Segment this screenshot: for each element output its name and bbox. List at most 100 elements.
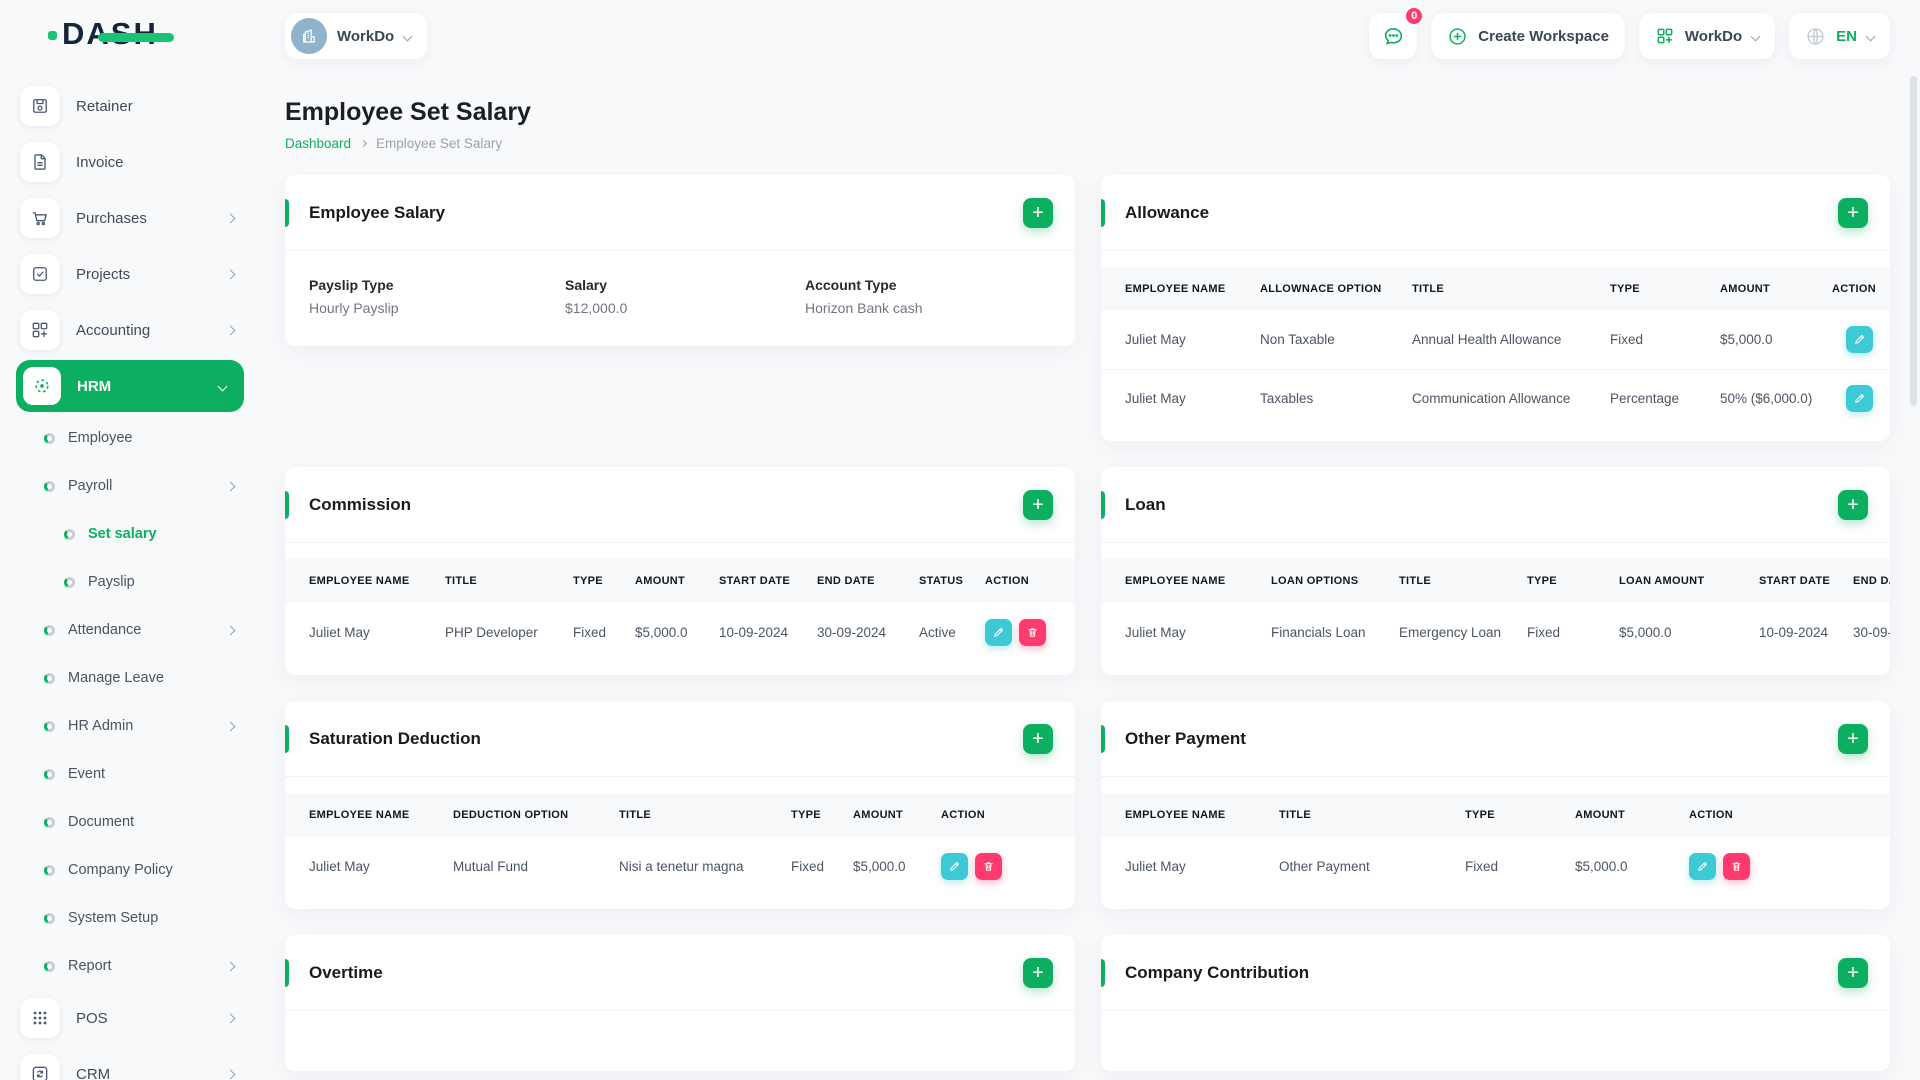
sidebar-item-label: System Setup — [68, 910, 159, 926]
overtime-card: Overtime + — [285, 935, 1075, 1071]
sidebar-item-set-salary[interactable]: Set salary — [16, 510, 260, 558]
create-workspace-button[interactable]: Create Workspace — [1431, 13, 1625, 59]
column-header: TITLE — [609, 793, 781, 837]
app-switcher-dropdown[interactable]: WorkDo — [1638, 13, 1776, 59]
table-cell: 30-09-2024 — [1853, 624, 1890, 640]
card-title: Overtime — [309, 962, 383, 982]
table-cell: 10-09-2024 — [719, 624, 789, 640]
table-cell: Taxables — [1250, 368, 1402, 427]
card-title: Saturation Deduction — [309, 728, 481, 748]
table-cell: Fixed — [573, 624, 607, 640]
column-header: END DATE — [1843, 559, 1890, 603]
sidebar-item-company-policy[interactable]: Company Policy — [16, 846, 260, 894]
saturation-deduction-table-scroll: EMPLOYEE NAME DEDUCTION OPTION TITLE TYP… — [285, 777, 1075, 909]
edit-button[interactable] — [1689, 852, 1716, 880]
grid-plus-icon — [1657, 28, 1673, 44]
add-company-contribution-button[interactable]: + — [1838, 957, 1868, 988]
add-commission-button[interactable]: + — [1023, 489, 1053, 520]
add-saturation-deduction-button[interactable]: + — [1023, 723, 1053, 754]
add-other-payment-button[interactable]: + — [1838, 723, 1868, 754]
field-salary: Salary $12,000.0 — [565, 277, 805, 316]
sidebar-item-document[interactable]: Document — [16, 798, 260, 846]
table-row: Juliet May Mutual Fund Nisi a tenetur ma… — [285, 837, 1075, 895]
delete-button[interactable] — [1019, 618, 1046, 646]
table-cell: Juliet May — [1125, 332, 1186, 348]
bullet-icon — [64, 576, 75, 588]
other-payment-card: Other Payment + EMPLOYEE NAME TITLE TYPE… — [1101, 701, 1890, 909]
app-switcher-label: WorkDo — [1684, 27, 1743, 45]
edit-button[interactable] — [1846, 384, 1873, 412]
table-cell: Mutual Fund — [453, 858, 529, 874]
sidebar-item-label: Purchases — [76, 209, 147, 227]
table-cell: $5,000.0 — [1619, 624, 1672, 640]
sidebar-item-hrm[interactable]: HRM — [16, 360, 244, 412]
sidebar-item-label: Report — [68, 958, 112, 974]
chevron-right-icon — [225, 1069, 236, 1079]
sidebar-item-label: Attendance — [68, 622, 142, 638]
sidebar-item-manage-leave[interactable]: Manage Leave — [16, 654, 260, 702]
table-cell: Juliet May — [1125, 858, 1186, 874]
sidebar-item-accounting[interactable]: Accounting — [16, 302, 260, 358]
table-cell: Fixed — [791, 858, 825, 874]
sidebar-item-report[interactable]: Report — [16, 942, 260, 990]
column-header: TITLE — [1389, 559, 1517, 603]
table-row: Juliet May Taxables Communication Allowa… — [1101, 368, 1890, 427]
column-header: START DATE — [1749, 559, 1843, 603]
add-loan-button[interactable]: + — [1838, 489, 1868, 520]
allowance-card: Allowance + EMPLOYEE NAME ALLOWNACE OPTI… — [1101, 175, 1890, 441]
allowance-table-scroll[interactable]: EMPLOYEE NAME ALLOWNACE OPTION TITLE TYP… — [1101, 251, 1890, 441]
column-header: TYPE — [1600, 267, 1710, 311]
sidebar-item-label: Manage Leave — [68, 670, 164, 686]
card-header: Other Payment + — [1101, 701, 1890, 777]
edit-button[interactable] — [941, 852, 968, 880]
table-cell: Juliet May — [309, 624, 370, 640]
column-header: TITLE — [435, 559, 563, 603]
sidebar-item-attendance[interactable]: Attendance — [16, 606, 260, 654]
bullet-icon — [44, 480, 55, 492]
sidebar-item-retainer[interactable]: Retainer — [16, 78, 260, 134]
table-cell: $5,000.0 — [1720, 332, 1773, 348]
pencil-icon — [1855, 393, 1864, 403]
sidebar-item-projects[interactable]: Projects — [16, 246, 260, 302]
field-value: Hourly Payslip — [309, 300, 399, 316]
vertical-scrollbar[interactable] — [1910, 76, 1917, 406]
sidebar-item-payroll[interactable]: Payroll — [16, 462, 260, 510]
loan-table-scroll[interactable]: EMPLOYEE NAME LOAN OPTIONS TITLE TYPE LO… — [1101, 543, 1890, 675]
bullet-icon — [44, 672, 55, 684]
sidebar-item-pos[interactable]: POS — [16, 990, 260, 1046]
delete-button[interactable] — [1723, 852, 1750, 880]
breadcrumb-dashboard-link[interactable]: Dashboard — [285, 136, 351, 151]
sidebar-item-hr-admin[interactable]: HR Admin — [16, 702, 260, 750]
check-square-icon — [20, 254, 60, 294]
column-header: END DATE — [807, 559, 909, 603]
delete-button[interactable] — [975, 852, 1002, 880]
table-cell: $5,000.0 — [1575, 858, 1628, 874]
add-allowance-button[interactable]: + — [1838, 197, 1868, 228]
employee-salary-card: Employee Salary + Payslip Type Hourly Pa… — [285, 175, 1075, 346]
table-cell: Non Taxable — [1260, 332, 1335, 348]
bullet-icon — [44, 864, 55, 876]
sidebar-item-purchases[interactable]: Purchases — [16, 190, 260, 246]
sidebar-item-employee[interactable]: Employee — [16, 414, 260, 462]
workspace-switcher[interactable]: WorkDo — [285, 13, 428, 59]
trash-icon — [984, 861, 993, 871]
messenger-button[interactable]: 0 — [1369, 6, 1425, 59]
sidebar-item-event[interactable]: Event — [16, 750, 260, 798]
edit-button[interactable] — [1846, 326, 1873, 354]
bullet-icon — [44, 432, 55, 444]
topbar: DASH WorkDo 0 Create Workspace WorkDo EN — [0, 0, 1920, 72]
chevron-down-icon — [217, 381, 228, 391]
sidebar-item-invoice[interactable]: Invoice — [16, 134, 260, 190]
sidebar-item-crm[interactable]: CRM — [16, 1046, 260, 1080]
brand-logo[interactable]: DASH — [48, 16, 174, 52]
sidebar-item-payslip[interactable]: Payslip — [16, 558, 260, 606]
add-employee-salary-button[interactable]: + — [1023, 197, 1053, 228]
add-overtime-button[interactable]: + — [1023, 957, 1053, 988]
pencil-icon — [1855, 335, 1864, 345]
column-header: AMOUNT — [843, 793, 931, 837]
edit-button[interactable] — [985, 618, 1012, 646]
chevron-right-icon — [360, 139, 368, 148]
sidebar-item-system-setup[interactable]: System Setup — [16, 894, 260, 942]
chevron-right-icon — [225, 625, 236, 635]
language-dropdown[interactable]: EN — [1789, 13, 1890, 59]
